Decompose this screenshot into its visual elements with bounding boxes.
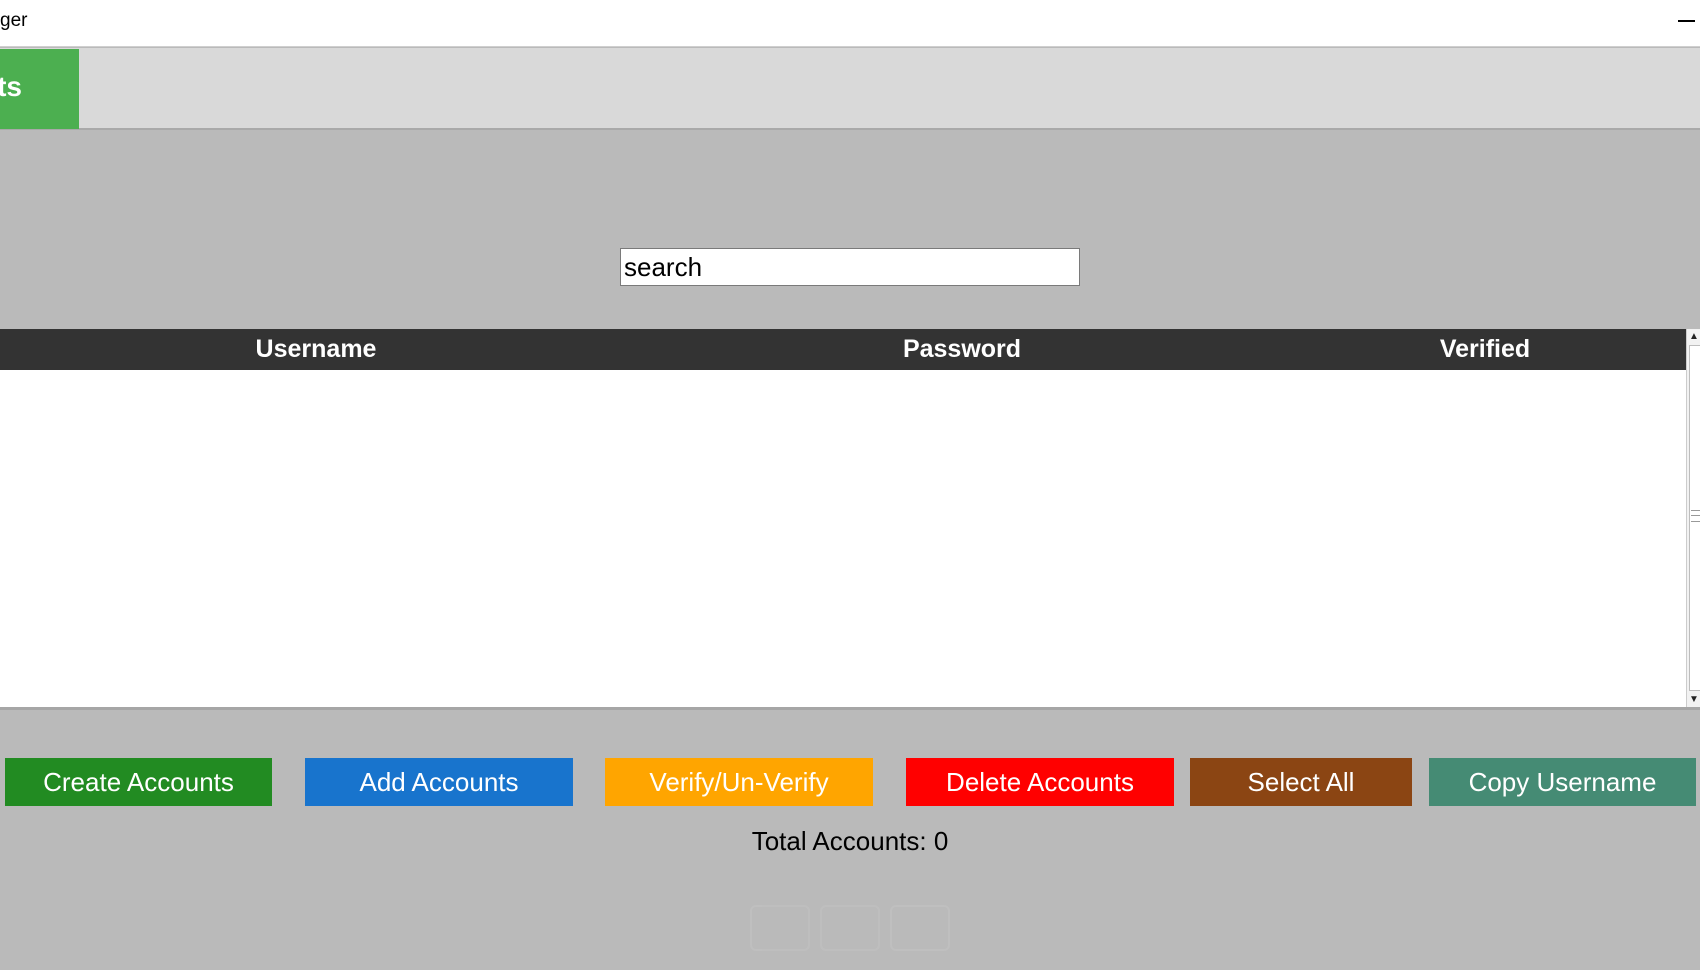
- add-accounts-button[interactable]: Add Accounts: [305, 758, 573, 806]
- tab-bar: ts: [0, 48, 1700, 130]
- minimize-icon: [1678, 20, 1695, 22]
- accounts-table: Username Password Verified ▲ ▼: [0, 329, 1700, 708]
- table-header: Username Password Verified: [0, 329, 1686, 370]
- delete-accounts-button[interactable]: Delete Accounts: [906, 758, 1174, 806]
- logo-block: [820, 905, 880, 951]
- copy-username-button[interactable]: Copy Username: [1429, 758, 1696, 806]
- column-header-username[interactable]: Username: [0, 329, 632, 370]
- scroll-down-arrow-icon[interactable]: ▼: [1689, 693, 1700, 707]
- select-all-button[interactable]: Select All: [1190, 758, 1412, 806]
- title-bar: ger: [0, 0, 1700, 47]
- logo-block: [750, 905, 810, 951]
- total-accounts-label: Total Accounts: 0: [751, 826, 949, 856]
- create-accounts-button[interactable]: Create Accounts: [5, 758, 272, 806]
- actions-divider: [0, 707, 1700, 710]
- window-title: ger: [0, 10, 28, 31]
- column-header-verified[interactable]: Verified: [1292, 329, 1678, 370]
- search-input[interactable]: [620, 248, 1080, 286]
- table-body[interactable]: [0, 370, 1686, 708]
- minimize-button[interactable]: [1670, 0, 1700, 40]
- table-scrollbar[interactable]: ▲ ▼: [1686, 329, 1700, 708]
- verify-unverify-button[interactable]: Verify/Un-Verify: [605, 758, 873, 806]
- column-header-password[interactable]: Password: [632, 329, 1292, 370]
- watermark-logo: [750, 905, 950, 951]
- tab-accounts[interactable]: ts: [0, 49, 79, 129]
- tab-accounts-label: ts: [0, 71, 22, 102]
- scroll-up-arrow-icon[interactable]: ▲: [1689, 330, 1700, 344]
- scroll-grip-icon: [1691, 510, 1700, 522]
- logo-block: [890, 905, 950, 951]
